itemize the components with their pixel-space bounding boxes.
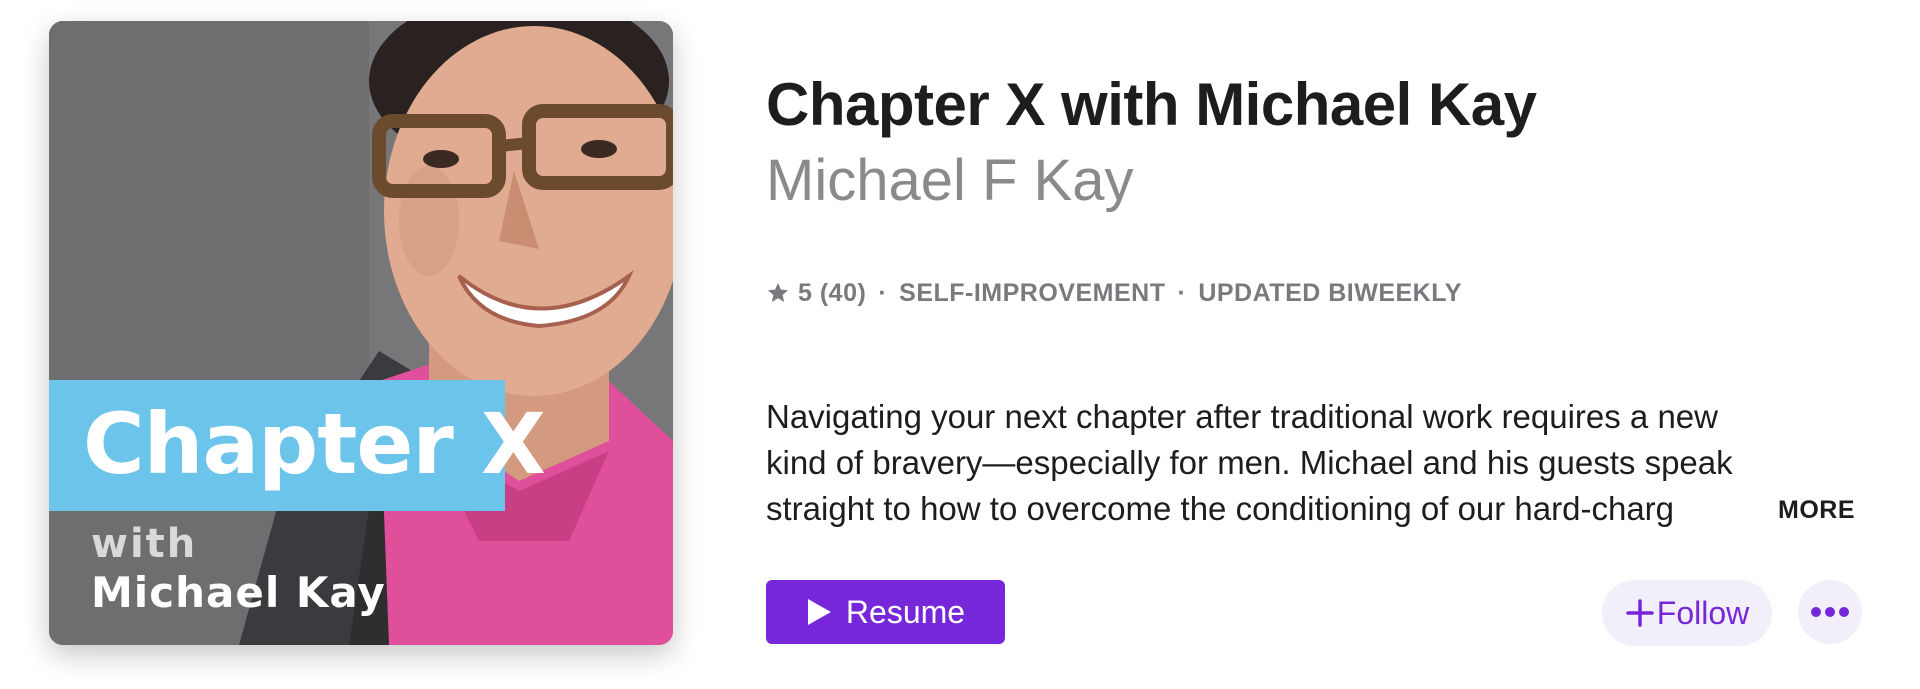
podcast-meta: 5 (40) · SELF-IMPROVEMENT · UPDATED BIWE…	[766, 278, 1462, 308]
resume-button[interactable]: Resume	[766, 580, 1005, 644]
ellipsis-icon	[1811, 607, 1849, 617]
play-icon	[807, 599, 831, 625]
follow-label: Follow	[1656, 594, 1750, 631]
podcast-title: Chapter X with Michael Kay	[766, 71, 1537, 138]
artwork-title-text: Chapter X	[83, 395, 546, 493]
follow-button[interactable]: Follow	[1602, 580, 1772, 646]
plus-icon	[1626, 599, 1654, 627]
more-options-button[interactable]	[1798, 580, 1862, 644]
podcast-author[interactable]: Michael F Kay	[766, 147, 1133, 214]
more-link[interactable]: MORE	[1778, 496, 1855, 525]
rating-text: 5 (40)	[798, 278, 867, 307]
podcast-artwork[interactable]: Chapter X with Michael Kay	[49, 21, 673, 645]
resume-label: Resume	[845, 593, 966, 630]
description-fade	[1680, 486, 1780, 532]
podcast-header: Chapter X with Michael Kay Chapter X wit…	[0, 0, 1920, 689]
artwork-title-band: Chapter X	[49, 380, 546, 511]
artwork-host-name: Michael Kay	[91, 568, 386, 617]
update-frequency: UPDATED BIWEEKLY	[1198, 278, 1462, 307]
podcast-description: Navigating your next chapter after tradi…	[766, 398, 1733, 527]
category-link[interactable]: SELF-IMPROVEMENT	[899, 279, 1165, 308]
star-icon	[768, 283, 788, 302]
meta-separator: ·	[1177, 278, 1187, 307]
artwork-with-text: with	[91, 521, 198, 567]
meta-separator: ·	[878, 278, 888, 307]
